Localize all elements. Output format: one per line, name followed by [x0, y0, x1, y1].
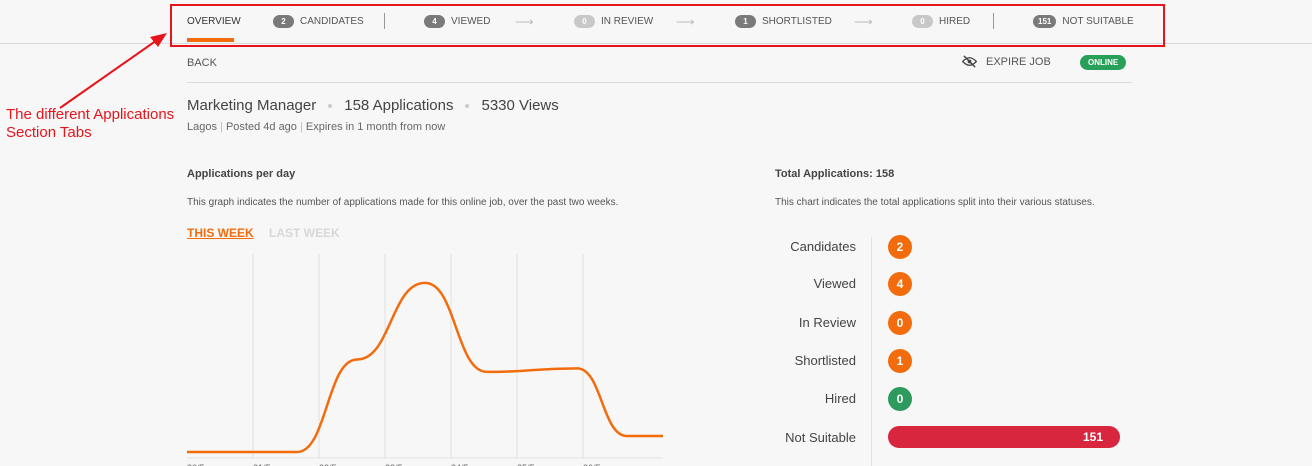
annotation-arrow-icon: [59, 33, 167, 109]
status-count-badge: 0: [888, 387, 912, 411]
status-count-badge: 1: [888, 349, 912, 373]
applications-count: 158 Applications: [344, 97, 454, 114]
divider: [187, 82, 1132, 83]
applications-per-day-heading: Applications per day: [187, 168, 296, 180]
status-count-badge: 2: [888, 235, 912, 259]
last-week-toggle[interactable]: LAST WEEK: [269, 226, 340, 240]
job-meta: Lagos | Posted 4d ago | Expires in 1 mon…: [187, 121, 446, 133]
status-row: In Review 0: [760, 311, 1150, 335]
annotation-line-1: The different Applications: [6, 106, 175, 123]
expire-job-button[interactable]: EXPIRE JOB: [962, 55, 1051, 68]
job-posted: Posted 4d ago: [225, 121, 297, 133]
status-row: Shortlisted 1: [760, 349, 1150, 373]
status-count-badge: 0: [888, 311, 912, 335]
job-location: Lagos: [187, 121, 217, 133]
status-label: Hired: [824, 391, 856, 406]
job-title: Marketing Manager: [187, 97, 317, 114]
status-count-badge: 4: [888, 272, 912, 296]
job-summary: Marketing Manager 158 Applications 5330 …: [187, 97, 559, 114]
annotation-highlight-box: [170, 4, 1165, 47]
status-label: Shortlisted: [794, 353, 856, 368]
back-link[interactable]: BACK: [187, 57, 217, 69]
status-row: Hired 0: [760, 387, 1150, 411]
expire-job-label: EXPIRE JOB: [986, 55, 1051, 68]
applications-line-chart: 20/521/522/523/524/525/526/5: [187, 254, 663, 466]
this-week-toggle[interactable]: THIS WEEK: [187, 226, 254, 240]
status-row: Not Suitable 151: [760, 426, 1150, 450]
total-applications-description: This chart indicates the total applicati…: [775, 197, 1095, 208]
annotation-text: The different Applications Section Tabs: [6, 106, 174, 142]
status-count-badge: 151: [888, 426, 1120, 448]
job-expires: Expires in 1 month from now: [305, 121, 446, 133]
status-label: Candidates: [790, 239, 856, 254]
applications-per-day-description: This graph indicates the number of appli…: [187, 197, 619, 208]
views-count: 5330 Views: [481, 97, 559, 114]
status-label: In Review: [798, 315, 856, 330]
separator-dot: [328, 103, 333, 108]
separator-dot: [465, 103, 470, 108]
status-label: Viewed: [813, 276, 856, 291]
eye-off-icon: [962, 55, 977, 68]
total-applications-heading: Total Applications: 158: [775, 168, 895, 180]
status-row: Candidates 2: [760, 235, 1150, 259]
status-badge: ONLINE: [1080, 55, 1127, 70]
status-row: Viewed 4: [760, 272, 1150, 296]
status-label: Not Suitable: [785, 430, 856, 445]
series-line: [187, 281, 663, 454]
annotation-line-2: Section Tabs: [6, 124, 92, 141]
